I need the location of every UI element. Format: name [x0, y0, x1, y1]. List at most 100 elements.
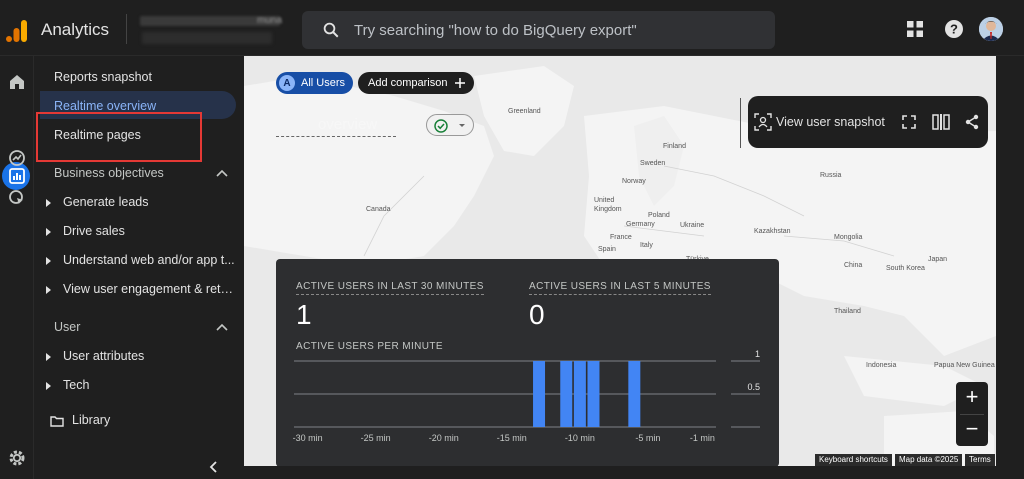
highlight-annotation-box	[36, 112, 202, 162]
user-snapshot-icon[interactable]	[754, 113, 772, 131]
nav-section-business[interactable]: Business objectives	[54, 166, 164, 180]
view-user-snapshot-button[interactable]: View user snapshot	[776, 115, 885, 129]
app-title: Analytics	[41, 20, 110, 39]
apps-grid-icon[interactable]	[905, 19, 925, 39]
y-tick-label: 0.5	[747, 382, 760, 392]
zoom-in-button[interactable]: +	[956, 382, 988, 414]
map-country-label: South Korea	[886, 265, 925, 272]
map-country-label: Mongolia	[834, 234, 863, 241]
y-tick-label: 1	[755, 349, 760, 359]
nav-item-tech[interactable]: Tech	[46, 378, 236, 392]
account-selector[interactable]: muna	[134, 10, 290, 50]
add-comparison-button[interactable]: Add comparison	[358, 72, 474, 94]
property-name-blurred	[142, 32, 272, 44]
title-underline	[276, 136, 396, 137]
data-quality-status[interactable]	[426, 114, 474, 136]
search-placeholder[interactable]: Try searching "how to do BigQuery export…	[354, 22, 637, 39]
folder-icon	[50, 416, 64, 427]
expand-arrow-icon	[46, 227, 51, 236]
fullscreen-icon[interactable]	[902, 115, 916, 129]
avatar-image	[979, 17, 1003, 41]
realtime-map-area[interactable]: Greenland Finland Sweden Norway Russia Canada…	[244, 56, 996, 466]
x-tick-label: -15 min	[497, 433, 527, 443]
advertising-icon[interactable]	[7, 188, 27, 208]
nav-realtime-overview[interactable]: Realtime overview	[54, 99, 156, 113]
home-icon[interactable]	[7, 72, 27, 92]
keyboard-shortcuts-link[interactable]: Keyboard shortcuts	[815, 454, 892, 466]
x-tick-label: -30 min	[293, 433, 323, 443]
x-tick-label: -1 min	[690, 433, 715, 443]
analytics-logo-icon[interactable]	[6, 18, 28, 42]
active-users-card: ACTIVE USERS IN LAST 30 MINUTES 1 ACTIVE…	[276, 259, 779, 466]
collapse-chevron-left-icon[interactable]	[207, 460, 221, 474]
chevron-up-icon[interactable]	[216, 322, 228, 332]
x-tick-label: -25 min	[361, 433, 391, 443]
plus-icon	[454, 78, 465, 88]
x-tick-label: -20 min	[429, 433, 459, 443]
search-bar[interactable]: Try searching "how to do BigQuery export…	[302, 11, 775, 49]
map-country-label: United Kingdom	[594, 197, 622, 213]
chart-bar	[628, 361, 641, 427]
map-country-label: Poland	[648, 212, 670, 219]
nav-item-generate-leads[interactable]: Generate leads	[46, 195, 236, 209]
left-rail	[0, 56, 34, 479]
x-tick-label: -10 min	[565, 433, 595, 443]
help-icon[interactable]: ?	[944, 19, 964, 39]
expand-arrow-icon	[46, 285, 51, 294]
nav-section-user[interactable]: User	[54, 320, 80, 334]
terms-link[interactable]: Terms	[965, 454, 995, 466]
map-country-label: Norway	[622, 178, 646, 185]
map-country-label: Papua New Guinea	[934, 362, 995, 369]
map-country-label: Germany	[626, 221, 655, 228]
map-country-label: France	[610, 234, 632, 241]
map-data-attribution: Map data ©2025	[895, 454, 963, 466]
map-country-label: Italy	[640, 242, 653, 249]
expand-arrow-icon	[46, 352, 51, 361]
chart-bar	[573, 361, 586, 427]
all-users-chip[interactable]: A All Users	[276, 72, 354, 94]
top-bar: Analytics muna Try searching "how to do …	[0, 0, 1024, 56]
avatar[interactable]	[979, 17, 1003, 41]
divider	[126, 14, 127, 44]
map-country-label: Spain	[598, 246, 616, 253]
map-country-label: Sweden	[640, 160, 666, 167]
segment-badge: A	[279, 75, 295, 91]
chart-bar	[560, 361, 573, 427]
map-country-label: China	[844, 262, 863, 269]
search-icon	[323, 22, 339, 38]
page-title-ghost: overview	[318, 116, 378, 133]
nav-item-drive-sales[interactable]: Drive sales	[46, 224, 236, 238]
expand-arrow-icon	[46, 256, 51, 265]
nav-item-understand-traffic[interactable]: Understand web and/or app t...	[46, 253, 236, 267]
per-minute-bar-chart[interactable]: 1 0.5 -30 min -25 min -20 min -15 min -10 min -…	[276, 259, 779, 466]
account-name-blurred: muna	[140, 15, 282, 26]
zoom-out-button[interactable]: −	[956, 414, 988, 446]
chevron-up-icon[interactable]	[216, 168, 228, 178]
map-country-label: Canada	[366, 206, 391, 213]
nav-item-library[interactable]: Library	[50, 413, 240, 427]
map-country-label: Russia	[820, 172, 842, 179]
x-tick-label: -5 min	[635, 433, 660, 443]
snapshot-toolbar: View user snapshot	[748, 96, 988, 148]
compare-columns-icon[interactable]	[932, 114, 950, 130]
expand-arrow-icon	[46, 198, 51, 207]
expand-arrow-icon	[46, 381, 51, 390]
chart-bar	[533, 361, 546, 427]
divider	[740, 98, 741, 148]
map-country-label: Indonesia	[866, 362, 897, 369]
nav-item-user-attributes[interactable]: User attributes	[46, 349, 236, 363]
map-country-label: Finland	[663, 143, 686, 150]
check-circle-icon	[434, 119, 465, 133]
map-zoom-controls: + −	[956, 382, 988, 446]
svg-text:?: ?	[950, 22, 958, 37]
settings-gear-icon[interactable]	[7, 448, 27, 468]
explore-icon[interactable]	[7, 148, 27, 168]
nav-item-user-engagement[interactable]: View user engagement & rete...	[46, 282, 236, 296]
map-country-label: Japan	[928, 256, 948, 263]
reports-icon	[9, 168, 25, 184]
share-icon[interactable]	[964, 114, 980, 130]
map-country-label: Kazakhstan	[754, 228, 791, 235]
chart-bar	[587, 361, 600, 427]
map-country-label: Ukraine	[680, 222, 705, 229]
nav-reports-snapshot[interactable]: Reports snapshot	[54, 70, 152, 84]
